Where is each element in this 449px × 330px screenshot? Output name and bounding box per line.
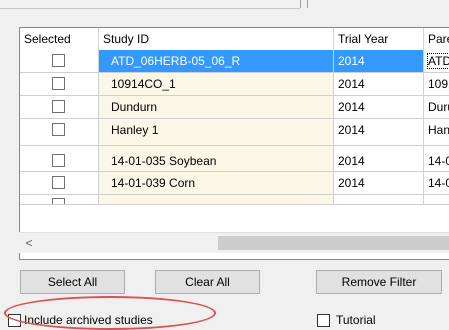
- study-id-cell[interactable]: Dundurn: [99, 96, 334, 119]
- column-header-parent[interactable]: Pare: [424, 28, 449, 50]
- row-checkbox[interactable]: [52, 198, 65, 204]
- selected-cell[interactable]: [20, 119, 99, 146]
- table-row[interactable]: Hanley 1 2014 Hanl: [20, 119, 449, 146]
- selected-cell[interactable]: [20, 73, 99, 96]
- toolbar-edge: [0, 8, 300, 9]
- table-row-partial[interactable]: [20, 195, 449, 205]
- table-row[interactable]: 10914CO_1 2014 1091: [20, 73, 449, 96]
- study-id-cell[interactable]: 14-01-035 Soybean: [99, 146, 334, 172]
- remove-filter-button[interactable]: Remove Filter: [316, 270, 442, 294]
- tutorial-checkbox[interactable]: [317, 314, 330, 327]
- select-all-button[interactable]: Select All: [20, 270, 125, 294]
- trial-year-cell[interactable]: 2014: [334, 146, 424, 172]
- study-id-cell[interactable]: 14-01-039 Corn: [99, 172, 334, 195]
- row-checkbox[interactable]: [52, 176, 65, 189]
- top-toolbar-strip: [0, 0, 449, 20]
- parent-cell[interactable]: 1091: [424, 73, 449, 96]
- tutorial-label[interactable]: Tutorial: [336, 313, 376, 327]
- trial-year-cell[interactable]: 2014: [334, 73, 424, 96]
- selected-cell[interactable]: [20, 96, 99, 119]
- parent-cell-text: ATD: [426, 53, 449, 69]
- parent-cell[interactable]: Hanl: [424, 119, 449, 146]
- highlight-oval: [4, 296, 216, 330]
- parent-cell[interactable]: ATD: [424, 50, 449, 73]
- study-id-cell[interactable]: [99, 195, 334, 205]
- column-header-study-id[interactable]: Study ID: [99, 28, 334, 50]
- selected-cell[interactable]: [20, 172, 99, 195]
- column-header-trial-year[interactable]: Trial Year: [334, 28, 424, 50]
- toolbar-divider: [307, 0, 308, 8]
- grid-header: Selected Study ID Trial Year Pare: [20, 28, 449, 51]
- row-checkbox[interactable]: [52, 123, 65, 136]
- column-header-selected[interactable]: Selected: [20, 28, 99, 50]
- trial-year-cell[interactable]: 2014: [334, 50, 424, 73]
- row-checkbox[interactable]: [52, 100, 65, 113]
- trial-year-cell[interactable]: 2014: [334, 172, 424, 195]
- trial-year-cell[interactable]: 2014: [334, 96, 424, 119]
- study-id-cell[interactable]: ATD_06HERB-05_06_R: [99, 50, 334, 73]
- horizontal-scrollbar[interactable]: <: [19, 232, 449, 253]
- table-row[interactable]: ATD_06HERB-05_06_R 2014 ATD: [20, 50, 449, 73]
- parent-cell[interactable]: Duru: [424, 96, 449, 119]
- trial-year-cell[interactable]: 2014: [334, 119, 424, 146]
- parent-cell[interactable]: 14-0: [424, 146, 449, 172]
- parent-cell[interactable]: [424, 195, 449, 205]
- scroll-thumb[interactable]: [218, 236, 449, 250]
- row-checkbox[interactable]: [52, 54, 65, 67]
- selected-cell[interactable]: [20, 195, 99, 205]
- scroll-left-icon[interactable]: <: [19, 233, 39, 253]
- study-id-cell[interactable]: Hanley 1: [99, 119, 334, 146]
- trial-year-cell[interactable]: [334, 195, 424, 205]
- clear-all-button[interactable]: Clear All: [155, 270, 260, 294]
- table-row[interactable]: 14-01-035 Soybean 2014 14-0: [20, 146, 449, 172]
- row-checkbox[interactable]: [52, 154, 65, 167]
- table-row[interactable]: Dundurn 2014 Duru: [20, 96, 449, 119]
- table-row[interactable]: 14-01-039 Corn 2014 14-0: [20, 172, 449, 195]
- parent-cell[interactable]: 14-0: [424, 172, 449, 195]
- selected-cell[interactable]: [20, 146, 99, 172]
- toolbar-divider: [300, 0, 301, 8]
- studies-grid[interactable]: Selected Study ID Trial Year Pare ATD_06…: [19, 27, 449, 260]
- study-id-cell[interactable]: 10914CO_1: [99, 73, 334, 96]
- selected-cell[interactable]: [20, 50, 99, 73]
- row-checkbox[interactable]: [52, 77, 65, 90]
